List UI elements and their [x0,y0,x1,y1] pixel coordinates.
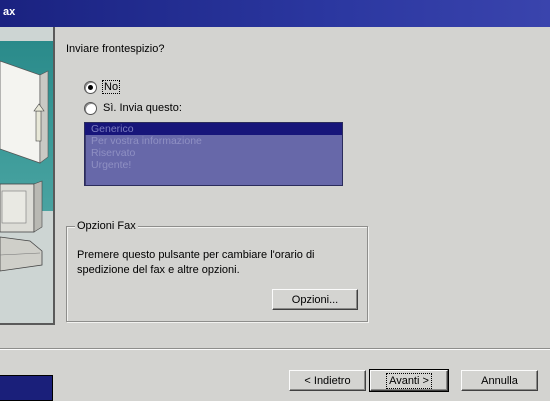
cover-page-list[interactable]: Generico Per vostra informazione Riserva… [84,122,343,186]
radio-yes-send[interactable]: Sì. Invia questo: [84,100,182,116]
taskbar-button[interactable] [0,375,53,401]
options-button[interactable]: Opzioni... [272,289,358,310]
radio-no-indicator[interactable] [84,80,97,94]
fax-options-group: Opzioni Fax Premere questo pulsante per … [66,220,368,322]
wizard-graphic [0,27,55,325]
list-item-riservato[interactable]: Riservato [85,147,342,159]
button-separator [0,348,550,350]
cancel-button-label: Annulla [481,374,518,387]
options-button-label: Opzioni... [291,293,339,306]
radio-yes-label[interactable]: Sì. Invia questo: [103,102,182,114]
list-item-per-vostra-informazione[interactable]: Per vostra informazione [85,135,342,147]
fax-options-legend: Opzioni Fax [75,220,138,232]
radio-yes-indicator[interactable] [84,101,97,115]
window-title: ax [3,6,16,18]
next-button[interactable]: Avanti > [369,369,449,392]
title-bar: ax [0,0,550,27]
cancel-button[interactable]: Annulla [461,370,538,391]
fax-machine-icon [0,60,49,272]
next-button-label: Avanti > [386,372,432,389]
list-item-generico[interactable]: Generico [85,123,342,135]
back-button[interactable]: < Indietro [289,370,366,391]
list-item-urgente[interactable]: Urgente! [85,159,342,171]
back-button-label: < Indietro [304,374,351,387]
fax-options-description: Premere questo pulsante per cambiare l'o… [77,249,315,276]
cover-page-question: Inviare frontespizio? [66,43,165,55]
radio-no-label[interactable]: No [101,80,121,94]
radio-no[interactable]: No [84,79,121,95]
